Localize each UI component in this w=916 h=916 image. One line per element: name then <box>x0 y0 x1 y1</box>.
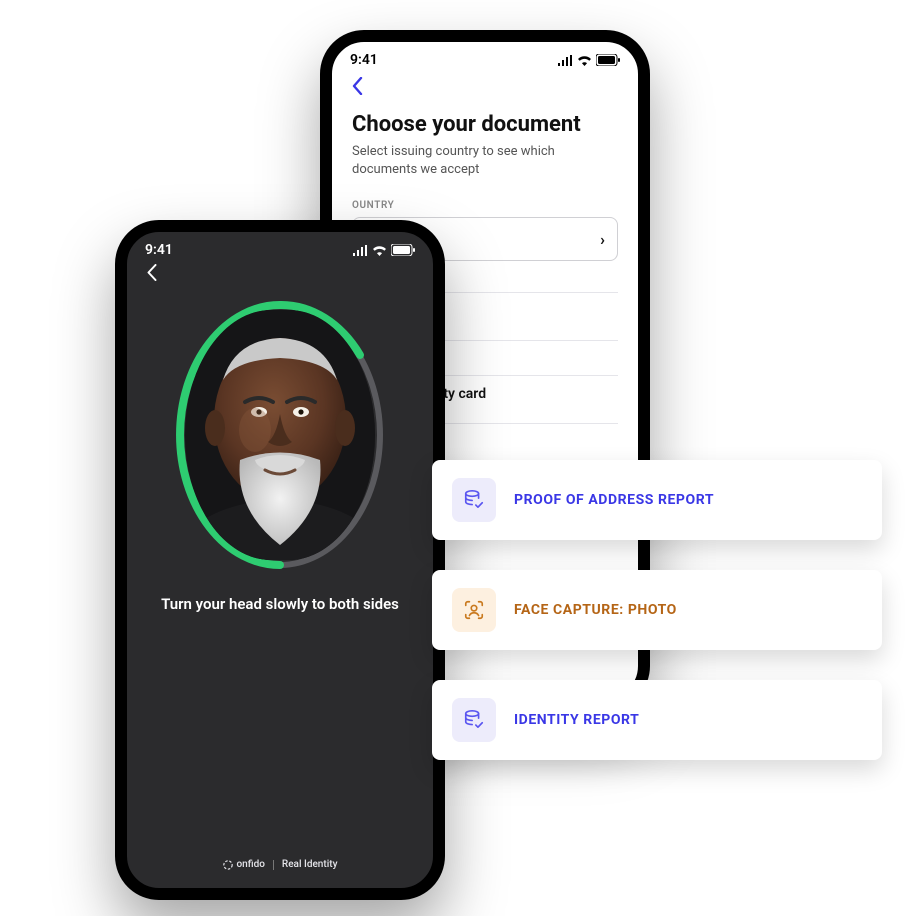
report-card-identity[interactable]: IDENTITY REPORT <box>432 680 882 760</box>
wifi-icon <box>372 245 387 256</box>
country-section-label: OUNTRY <box>352 200 618 211</box>
chevron-right-icon: › <box>600 230 605 249</box>
status-icons <box>352 244 415 256</box>
db-check-icon <box>452 698 496 742</box>
brand-divider <box>273 860 274 870</box>
status-time: 9:41 <box>350 52 378 68</box>
report-card-proof-of-address[interactable]: PROOF OF ADDRESS REPORT <box>432 460 882 540</box>
db-check-icon <box>452 478 496 522</box>
back-button[interactable] <box>147 258 413 296</box>
wifi-icon <box>577 55 592 66</box>
brand-name: onfido <box>237 859 265 870</box>
instruction-text: Turn your head slowly to both sides <box>147 594 413 614</box>
status-bar: 9:41 <box>332 42 638 68</box>
report-card-label: PROOF OF ADDRESS REPORT <box>514 492 714 508</box>
face-scan-icon <box>452 588 496 632</box>
phone-front: 9:41 <box>115 220 445 900</box>
brand-product: Real Identity <box>282 859 338 870</box>
report-card-label: FACE CAPTURE: PHOTO <box>514 602 677 618</box>
signal-icon <box>557 55 573 66</box>
onfido-logo: onfido <box>223 859 265 870</box>
status-time: 9:41 <box>145 242 173 258</box>
face-photo <box>185 310 375 560</box>
page-subtitle: Select issuing country to see which docu… <box>352 143 618 178</box>
battery-icon <box>391 244 415 256</box>
face-capture-frame <box>175 300 385 570</box>
status-icons <box>557 54 620 66</box>
report-card-face-capture[interactable]: FACE CAPTURE: PHOTO <box>432 570 882 650</box>
front-phone-content: Turn your head slowly to both sides <box>127 258 433 614</box>
back-button[interactable] <box>352 68 618 112</box>
battery-icon <box>596 54 620 66</box>
report-card-label: IDENTITY REPORT <box>514 712 639 728</box>
status-bar: 9:41 <box>127 232 433 258</box>
brand-bar: onfido Real Identity <box>127 859 433 870</box>
signal-icon <box>352 245 368 256</box>
page-title: Choose your document <box>352 112 618 137</box>
